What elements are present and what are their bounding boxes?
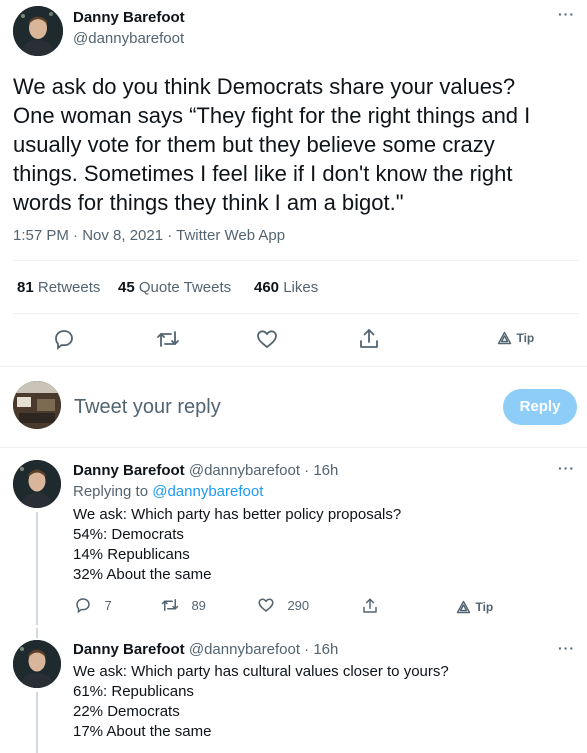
reply-icon bbox=[74, 596, 92, 614]
author-handle[interactable]: @dannybarefoot bbox=[73, 30, 184, 47]
quote-tweets-stat[interactable]: 45 Quote Tweets bbox=[118, 279, 231, 296]
retweet-icon[interactable] bbox=[155, 327, 181, 351]
reply-author-handle[interactable]: @dannybarefoot bbox=[189, 641, 300, 658]
reply-count: 7 bbox=[104, 597, 112, 613]
reply-text-line: 14% Republicans bbox=[73, 546, 190, 563]
divider bbox=[13, 313, 579, 314]
reply-text-line: We ask: Which party has cultural values … bbox=[73, 663, 449, 680]
retweets-stat[interactable]: 81 Retweets bbox=[17, 279, 100, 296]
more-options-icon[interactable]: ··· bbox=[558, 640, 575, 656]
likes-label: Likes bbox=[283, 279, 319, 296]
user-avatar[interactable] bbox=[13, 381, 61, 429]
retweets-count: 81 bbox=[17, 279, 34, 296]
reply-text: We ask: Which party has cultural values … bbox=[73, 662, 449, 742]
like-count: 290 bbox=[287, 597, 310, 613]
retweet-count: 89 bbox=[191, 597, 206, 613]
like-icon bbox=[257, 596, 275, 614]
tip-icon bbox=[456, 600, 471, 614]
tip-button[interactable]: Tip bbox=[456, 598, 493, 614]
reply-author-avatar[interactable] bbox=[13, 640, 61, 688]
reply-icon[interactable] bbox=[52, 327, 76, 351]
tweet-text: We ask do you think Democrats share your… bbox=[13, 72, 583, 217]
quotes-count: 45 bbox=[118, 279, 135, 296]
reply-header: Danny Barefoot @dannybarefoot · 16h bbox=[73, 462, 338, 479]
divider bbox=[0, 366, 587, 367]
tip-button[interactable]: Tip bbox=[497, 329, 534, 345]
likes-count: 460 bbox=[254, 279, 280, 296]
tip-icon bbox=[497, 331, 512, 345]
divider bbox=[0, 447, 587, 448]
reply-text-line: 61%: Republicans bbox=[73, 683, 194, 700]
more-options-icon[interactable]: ··· bbox=[558, 6, 575, 22]
share-icon[interactable] bbox=[357, 326, 381, 352]
quotes-label: Quote Tweets bbox=[138, 279, 232, 296]
reply-time[interactable]: · 16h bbox=[304, 641, 338, 658]
more-options-icon[interactable]: ··· bbox=[558, 460, 575, 476]
reply-header: Danny Barefoot @dannybarefoot · 16h bbox=[73, 641, 338, 658]
retweets-label: Retweets bbox=[37, 279, 101, 296]
reply-input[interactable]: Tweet your reply bbox=[74, 396, 221, 419]
replying-to: Replying to @dannybarefoot bbox=[73, 483, 263, 500]
thread-line bbox=[36, 628, 38, 638]
reply-retweet-action[interactable]: 89 bbox=[160, 596, 206, 616]
reply-author-handle[interactable]: @dannybarefoot bbox=[189, 462, 300, 479]
tweet-text-line: things. Sometimes I feel like if I don't… bbox=[13, 161, 513, 186]
likes-stat[interactable]: 460 Likes bbox=[254, 279, 318, 296]
tweet-text-line: One woman says “They fight for the right… bbox=[13, 103, 531, 128]
author-name[interactable]: Danny Barefoot bbox=[73, 9, 185, 26]
tweet-text-line: words for things they think I am a bigot… bbox=[13, 190, 404, 215]
reply-button[interactable]: Reply bbox=[503, 389, 577, 425]
reply-time[interactable]: · 16h bbox=[304, 462, 338, 479]
reply-reply-action[interactable]: 7 bbox=[74, 596, 112, 616]
retweet-icon bbox=[160, 596, 180, 614]
reply-text: We ask: Which party has better policy pr… bbox=[73, 505, 401, 585]
reply-author-avatar[interactable] bbox=[13, 460, 61, 508]
share-icon[interactable] bbox=[361, 596, 379, 616]
tip-label: Tip bbox=[475, 599, 494, 614]
reply-text-line: 54%: Democrats bbox=[73, 526, 184, 543]
tweet-text-line: We ask do you think Democrats share your… bbox=[13, 74, 516, 99]
replying-to-handle[interactable]: @dannybarefoot bbox=[152, 483, 263, 500]
author-avatar[interactable] bbox=[13, 6, 63, 56]
reply-like-action[interactable]: 290 bbox=[257, 596, 309, 616]
reply-text-line: 22% Democrats bbox=[73, 703, 180, 720]
thread-line bbox=[36, 692, 38, 753]
reply-author-name[interactable]: Danny Barefoot bbox=[73, 641, 185, 658]
reply-author-name[interactable]: Danny Barefoot bbox=[73, 462, 185, 479]
tip-label: Tip bbox=[516, 330, 535, 345]
reply-text-line: 17% About the same bbox=[73, 723, 212, 740]
thread-line bbox=[36, 512, 38, 625]
like-icon[interactable] bbox=[255, 327, 279, 351]
tweet-timestamp[interactable]: 1:57 PM · Nov 8, 2021 · Twitter Web App bbox=[13, 227, 285, 244]
reply-text-line: We ask: Which party has better policy pr… bbox=[73, 506, 402, 523]
tweet-text-line: usually vote for them but they believe s… bbox=[13, 132, 495, 157]
reply-text-line: 32% About the same bbox=[73, 566, 212, 583]
replying-to-label: Replying to bbox=[73, 483, 149, 500]
divider bbox=[13, 260, 579, 261]
